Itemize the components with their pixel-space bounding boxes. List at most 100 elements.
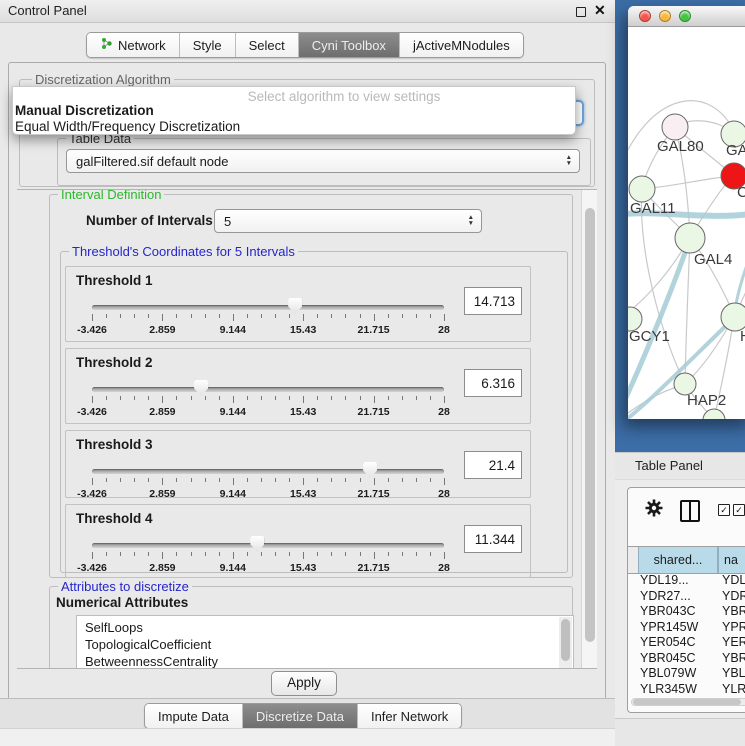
- gear-icon[interactable]: [644, 498, 664, 518]
- tick-mark: [275, 314, 276, 318]
- tick-label: 15.43: [290, 488, 316, 500]
- vertical-scrollbar[interactable]: [581, 190, 597, 668]
- cell-name: YPR1: [722, 620, 745, 634]
- column-header-name[interactable]: na: [718, 547, 745, 573]
- table-row[interactable]: YER054CYER0: [628, 635, 745, 651]
- tick-mark: [134, 314, 135, 318]
- close-traffic-light-icon[interactable]: [639, 10, 651, 22]
- slider-track[interactable]: [92, 543, 444, 548]
- network-edge[interactable]: [642, 176, 732, 189]
- cyni-toolbox-content: Discretization Algorithm ▲▼ Table Data g…: [8, 62, 606, 700]
- network-node[interactable]: [662, 114, 688, 140]
- cell-shared-name: YBR045C: [640, 651, 696, 665]
- horizontal-scrollbar[interactable]: [631, 698, 745, 706]
- tick-mark: [345, 314, 346, 318]
- tab-network[interactable]: Network: [87, 33, 180, 57]
- slider-track[interactable]: [92, 387, 444, 392]
- checkbox-icon[interactable]: ✓: [718, 504, 730, 516]
- slider-thumb[interactable]: [194, 380, 208, 396]
- network-canvas[interactable]: GAL80GACGAL11GAL4GCY1HHAP2: [628, 27, 745, 419]
- threshold-slider[interactable]: -3.4262.8599.14415.4321.71528: [92, 461, 444, 501]
- slider-thumb[interactable]: [363, 462, 377, 478]
- table-row[interactable]: YLR345WYLR3: [628, 682, 745, 698]
- tick-mark: [219, 314, 220, 318]
- tick-mark: [162, 396, 163, 403]
- tick-mark: [106, 396, 107, 400]
- network-window-titlebar[interactable]: [628, 6, 745, 27]
- cell-shared-name: YBL079W: [640, 666, 696, 680]
- column-header-shared-name[interactable]: shared...: [638, 547, 718, 573]
- attribute-list-item[interactable]: TopologicalCoefficient: [85, 637, 211, 652]
- table-row[interactable]: YBR043CYBR0: [628, 604, 745, 620]
- threshold-value-field[interactable]: 14.713: [464, 287, 522, 315]
- threshold-slider[interactable]: -3.4262.8599.14415.4321.71528: [92, 535, 444, 575]
- tick-mark: [317, 396, 318, 400]
- slider-thumb[interactable]: [288, 298, 302, 314]
- scrollbar-thumb[interactable]: [633, 699, 741, 705]
- table-panel-title: Table Panel: [635, 458, 703, 473]
- slider-track[interactable]: [92, 305, 444, 310]
- network-node[interactable]: [675, 223, 705, 253]
- network-node[interactable]: [721, 303, 745, 331]
- popup-option-equal-width[interactable]: Equal Width/Frequency Discretization: [15, 119, 240, 134]
- tick-mark: [289, 314, 290, 318]
- zoom-traffic-light-icon[interactable]: [679, 10, 691, 22]
- attributes-listbox[interactable]: SelfLoops TopologicalCoefficient Betweenne…: [76, 615, 574, 669]
- threshold-row: Threshold 4 -3.4262.8599.14415.4321.71528…: [65, 504, 531, 578]
- popup-placeholder: Select algorithm to view settings: [113, 89, 575, 104]
- table-row[interactable]: YPR145WYPR1: [628, 620, 745, 636]
- slider-thumb[interactable]: [250, 536, 264, 552]
- tick-mark: [345, 396, 346, 400]
- num-intervals-combobox[interactable]: 5 ▲▼: [214, 209, 482, 233]
- threshold-value-field[interactable]: 11.344: [464, 525, 522, 553]
- scrollbar-thumb[interactable]: [585, 208, 595, 642]
- threshold-value-field[interactable]: 6.316: [464, 369, 522, 397]
- tick-mark: [191, 314, 192, 318]
- list-scrollbar[interactable]: [559, 617, 572, 669]
- tick-mark: [134, 396, 135, 400]
- table-row[interactable]: YDR27...YDR2: [628, 589, 745, 605]
- threshold-label: Threshold 4: [76, 511, 153, 526]
- network-node[interactable]: [629, 176, 655, 202]
- apply-button[interactable]: Apply: [271, 671, 337, 696]
- network-edge[interactable]: [641, 189, 685, 384]
- popup-option-manual[interactable]: Manual Discretization: [15, 103, 154, 118]
- tick-mark: [416, 478, 417, 482]
- threshold-slider[interactable]: -3.4262.8599.14415.4321.71528: [92, 379, 444, 419]
- tick-mark: [233, 396, 234, 403]
- attribute-list-item[interactable]: BetweennessCentrality: [85, 654, 218, 669]
- tick-label: 28: [438, 406, 450, 418]
- tick-mark: [388, 478, 389, 482]
- minimize-traffic-light-icon[interactable]: [659, 10, 671, 22]
- tab-jactivemnodules[interactable]: jActiveMNodules: [400, 33, 523, 57]
- checkbox-icon[interactable]: ✓: [733, 504, 745, 516]
- right-region: GAL80GACGAL11GAL4GCY1HHAP2 Table Panel ✓…: [615, 0, 745, 745]
- tick-mark: [430, 314, 431, 318]
- tab-cyni-toolbox[interactable]: Cyni Toolbox: [299, 33, 400, 57]
- scrollbar-thumb[interactable]: [561, 619, 570, 661]
- tick-mark: [205, 552, 206, 556]
- table-row[interactable]: YBL079WYBL0: [628, 666, 745, 682]
- table-data-combobox[interactable]: galFiltered.sif default node ▲▼: [66, 149, 580, 173]
- tab-style[interactable]: Style: [180, 33, 236, 57]
- tick-mark: [92, 478, 93, 485]
- tick-mark: [402, 478, 403, 482]
- close-icon[interactable]: ✕: [594, 2, 606, 19]
- tab-select[interactable]: Select: [236, 33, 299, 57]
- tick-mark: [106, 552, 107, 556]
- table-row[interactable]: YBR045CYBR0: [628, 651, 745, 667]
- table-row[interactable]: YDL19...YDL1: [628, 573, 745, 589]
- threshold-label: Threshold 1: [76, 273, 153, 288]
- tab-label: Infer Network: [371, 709, 448, 724]
- split-view-icon[interactable]: [680, 500, 700, 522]
- tab-label: jActiveMNodules: [413, 38, 510, 53]
- tab-impute-data[interactable]: Impute Data: [145, 704, 243, 728]
- float-window-icon[interactable]: [576, 7, 586, 17]
- tick-mark: [345, 478, 346, 482]
- slider-track[interactable]: [92, 469, 444, 474]
- tab-infer-network[interactable]: Infer Network: [358, 704, 461, 728]
- threshold-value-field[interactable]: 21.4: [464, 451, 522, 479]
- attribute-list-item[interactable]: SelfLoops: [85, 620, 143, 635]
- threshold-slider[interactable]: -3.4262.8599.14415.4321.71528: [92, 297, 444, 337]
- tab-discretize-data[interactable]: Discretize Data: [243, 704, 358, 728]
